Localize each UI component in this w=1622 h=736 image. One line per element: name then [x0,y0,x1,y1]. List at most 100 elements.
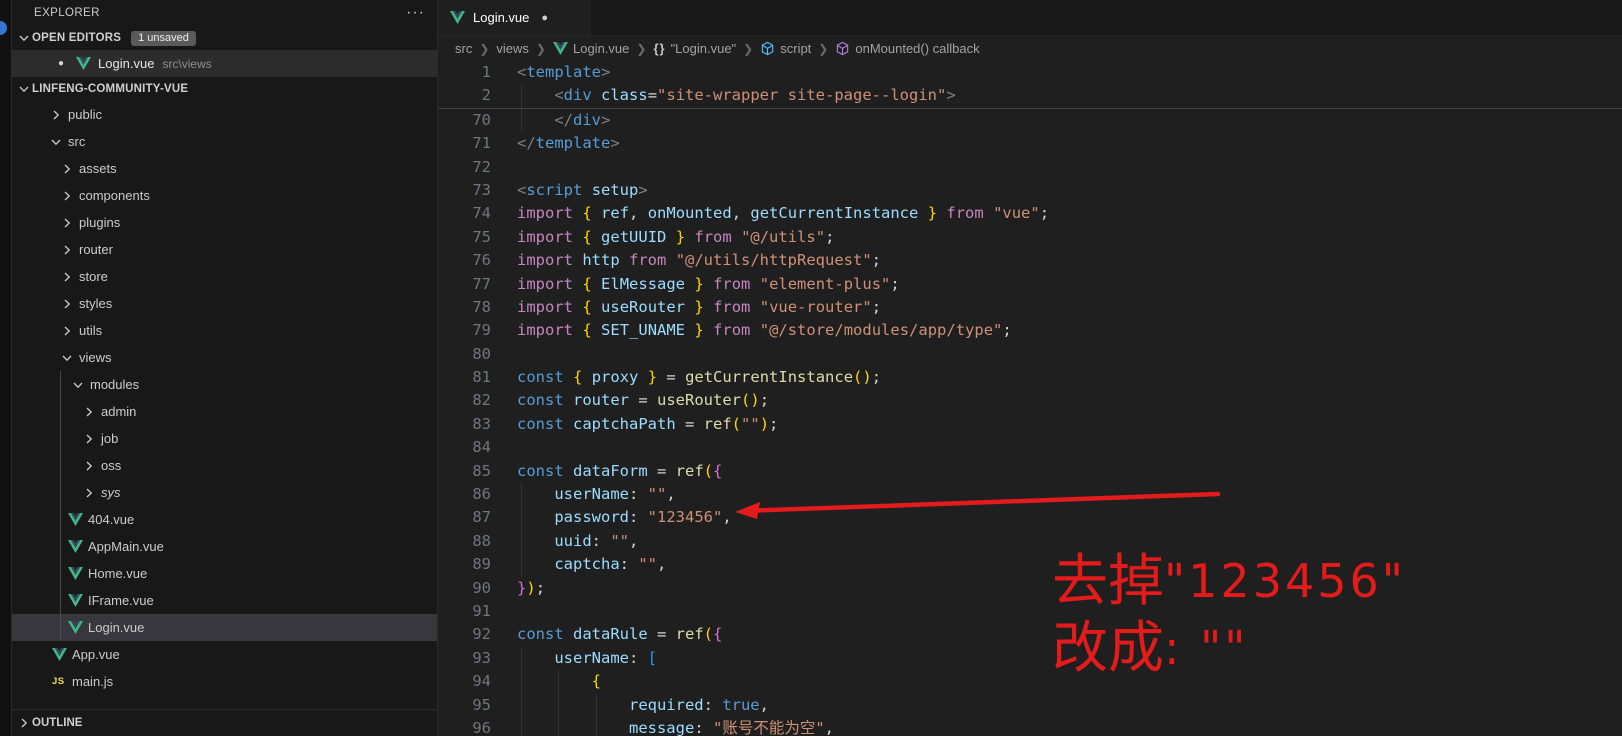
line-content[interactable]: <div class="site-wrapper site-page--logi… [517,84,1622,108]
activity-bar[interactable] [0,0,12,736]
breadcrumb-item-script[interactable]: script [760,41,811,56]
tree-item-store[interactable]: store [12,263,437,290]
open-editor-item-login-vue[interactable]: ● Login.vue src\views [12,50,437,77]
line-content[interactable]: </template> [517,132,1622,155]
line-content[interactable]: const captchaPath = ref(""); [517,413,1622,436]
tree-item-admin[interactable]: admin [12,398,437,425]
line-content[interactable]: userName: "", [517,483,1622,507]
line-content[interactable]: </div> [517,108,1622,133]
tree-item-home-vue[interactable]: Home.vue [12,560,437,587]
project-section-header[interactable]: LINFENG-COMMUNITY-VUE [12,77,437,101]
outline-section-header[interactable]: OUTLINE [12,709,437,736]
line-number[interactable]: 94 [438,670,517,693]
tree-item-sys[interactable]: sys [12,479,437,506]
tree-item-app-vue[interactable]: App.vue [12,641,437,668]
code-line-78[interactable]: 78 import { useRouter } from "vue-router"… [438,296,1622,319]
tree-item-job[interactable]: job [12,425,437,452]
code-line-93[interactable]: 93 userName: [ [438,646,1622,671]
code-line-91[interactable]: 91 [438,600,1622,623]
code-line-2[interactable]: 2 <div class="site-wrapper site-page--lo… [438,84,1622,108]
code-line-94[interactable]: 94 { [438,670,1622,694]
tree-item-modules[interactable]: modules [12,371,437,398]
line-number[interactable]: 95 [438,694,517,717]
line-number[interactable]: 84 [438,436,517,459]
code-line-71[interactable]: 71 </template> [438,132,1622,155]
tree-item-login-vue[interactable]: Login.vue [12,614,437,641]
code-line-86[interactable]: 86 userName: "", [438,483,1622,507]
code-line-96[interactable]: 96 message: "账号不能为空", [438,716,1622,736]
code-line-85[interactable]: 85 const dataForm = ref({ [438,460,1622,483]
line-number[interactable]: 72 [438,156,517,179]
tree-item-styles[interactable]: styles [12,290,437,317]
more-actions-icon[interactable]: ··· [406,5,425,21]
line-number[interactable]: 91 [438,600,517,623]
code-line-76[interactable]: 76 import http from "@/utils/httpRequest"… [438,249,1622,272]
line-content[interactable]: const dataForm = ref({ [517,460,1622,483]
tab-modified-dot-icon[interactable]: ● [541,12,548,24]
line-content[interactable]: import { SET_UNAME } from "@/store/modul… [517,319,1622,342]
line-content[interactable]: import http from "@/utils/httpRequest"; [517,249,1622,272]
tree-item-iframe-vue[interactable]: IFrame.vue [12,587,437,614]
line-content[interactable] [517,343,1622,366]
line-content[interactable]: message: "账号不能为空", [517,716,1622,736]
tree-item-404-vue[interactable]: 404.vue [12,506,437,533]
tree-item-utils[interactable]: utils [12,317,437,344]
code-line-80[interactable]: 80 [438,343,1622,366]
line-number[interactable]: 82 [438,389,517,412]
breadcrumb-item-login-vue[interactable]: Login.vue [552,41,629,56]
breadcrumb-item-views[interactable]: views [496,41,529,56]
code-line-70[interactable]: 70 </div> [438,108,1622,133]
line-number[interactable]: 93 [438,647,517,670]
code-line-1[interactable]: 1 <template> [438,61,1622,84]
tab-login-vue[interactable]: Login.vue ● [438,0,591,35]
line-number[interactable]: 87 [438,506,517,529]
code-line-79[interactable]: 79 import { SET_UNAME } from "@/store/mod… [438,319,1622,342]
code-editor[interactable]: 1 <template> 2 <div class="site-wrapper si… [438,61,1622,736]
line-content[interactable]: captcha: "", [517,553,1622,577]
line-content[interactable]: userName: [ [517,646,1622,671]
tree-item-oss[interactable]: oss [12,452,437,479]
line-number[interactable]: 76 [438,249,517,272]
tree-item-appmain-vue[interactable]: AppMain.vue [12,533,437,560]
code-line-77[interactable]: 77 import { ElMessage } from "element-plu… [438,273,1622,296]
line-content[interactable]: }); [517,577,1622,600]
code-line-82[interactable]: 82 const router = useRouter(); [438,389,1622,412]
line-content[interactable]: import { ElMessage } from "element-plus"… [517,273,1622,296]
line-content[interactable]: <template> [517,61,1622,84]
line-number[interactable]: 1 [438,61,517,84]
line-number[interactable]: 79 [438,319,517,342]
tree-item-public[interactable]: public [12,101,437,128]
code-line-89[interactable]: 89 captcha: "", [438,553,1622,577]
line-content[interactable]: { [517,670,1622,694]
code-line-81[interactable]: 81 const { proxy } = getCurrentInstance()… [438,366,1622,389]
line-content[interactable]: uuid: "", [517,529,1622,554]
line-number[interactable]: 78 [438,296,517,319]
line-number[interactable]: 85 [438,460,517,483]
line-content[interactable]: const router = useRouter(); [517,389,1622,412]
code-line-87[interactable]: 87 password: "123456", [438,506,1622,530]
line-content[interactable] [517,436,1622,459]
line-content[interactable] [517,156,1622,179]
line-number[interactable]: 89 [438,553,517,576]
line-number[interactable]: 73 [438,179,517,202]
line-number[interactable]: 83 [438,413,517,436]
line-number[interactable]: 90 [438,577,517,600]
code-line-95[interactable]: 95 required: true, [438,693,1622,717]
line-number[interactable]: 77 [438,273,517,296]
code-line-75[interactable]: 75 import { getUUID } from "@/utils"; [438,226,1622,249]
line-number[interactable]: 96 [438,717,517,736]
line-number[interactable]: 75 [438,226,517,249]
line-number[interactable]: 70 [438,109,517,132]
code-line-84[interactable]: 84 [438,436,1622,459]
breadcrumb-item-onmounted-callback[interactable]: onMounted() callback [835,41,980,56]
line-content[interactable]: const dataRule = ref({ [517,623,1622,646]
line-content[interactable] [517,600,1622,623]
line-number[interactable]: 92 [438,623,517,646]
modified-dot-icon[interactable]: ● [58,58,64,69]
line-content[interactable]: import { getUUID } from "@/utils"; [517,226,1622,249]
code-line-73[interactable]: 73 <script setup> [438,179,1622,202]
breadcrumb-item-src[interactable]: src [455,41,472,56]
code-line-72[interactable]: 72 [438,156,1622,179]
line-number[interactable]: 81 [438,366,517,389]
breadcrumb-item--login-vue-[interactable]: {} "Login.vue" [653,41,736,56]
